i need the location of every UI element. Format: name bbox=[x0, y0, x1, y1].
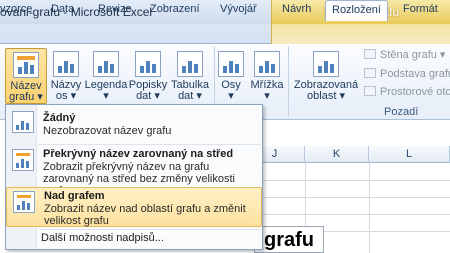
data-labels-label-2: dat ▾ bbox=[136, 90, 160, 102]
axis-titles-icon bbox=[53, 51, 79, 77]
tab-vzorce[interactable]: vzorce bbox=[0, 3, 32, 15]
column-header-l[interactable]: L bbox=[369, 146, 450, 163]
menu-separator bbox=[39, 144, 261, 145]
axes-button[interactable]: Osy ▾ bbox=[217, 51, 245, 102]
gridlines-label-2: ▾ bbox=[264, 90, 270, 102]
axis-titles-button[interactable]: Názvy os ▾ bbox=[48, 51, 84, 102]
plot-area-label-2: oblast ▾ bbox=[307, 90, 345, 102]
grid-line bbox=[369, 163, 370, 253]
tab-navrh[interactable]: Návrh bbox=[282, 3, 311, 15]
data-table-button[interactable]: Tabulka dat ▾ bbox=[168, 51, 212, 102]
data-table-icon bbox=[177, 51, 203, 77]
menu-item-title: Nad grafem bbox=[44, 190, 105, 202]
chart-floor-label: Podstava grafu ▾ bbox=[380, 68, 450, 80]
legend-icon bbox=[93, 51, 119, 77]
menu-item-title: Překrývný název zarovnaný na střed bbox=[43, 148, 234, 160]
chart-floor-button[interactable]: Podstava grafu ▾ bbox=[364, 67, 450, 80]
tab-zobrazeni[interactable]: Zobrazení bbox=[150, 3, 200, 15]
data-labels-icon bbox=[135, 51, 161, 77]
context-tab-band bbox=[271, 24, 450, 44]
axes-label-2: ▾ bbox=[228, 90, 234, 102]
group-label-background: Pozadí bbox=[384, 106, 419, 118]
plot-area-button[interactable]: Zobrazovaná oblast ▾ bbox=[292, 51, 360, 102]
menu-item-description: Nezobrazovat název grafu bbox=[43, 125, 172, 137]
data-labels-button[interactable]: Popisky dat ▾ bbox=[126, 51, 170, 102]
tab-revize[interactable]: Revize bbox=[98, 3, 132, 15]
menu-item-description: Zobrazit název nad oblastí grafu a změni… bbox=[44, 203, 246, 227]
tab-data[interactable]: Data bbox=[51, 3, 74, 15]
grid-line bbox=[262, 180, 450, 181]
menu-item-title: Žádný bbox=[43, 112, 76, 124]
legend-label-2: ▾ bbox=[103, 90, 109, 102]
grid-line bbox=[262, 197, 450, 198]
gridlines-icon bbox=[254, 51, 280, 77]
tab-rozlozeni[interactable]: Rozložení bbox=[325, 0, 388, 21]
above-chart-title-icon bbox=[13, 191, 35, 213]
data-table-label-2: dat ▾ bbox=[178, 90, 202, 102]
menu-item-overlay-centered[interactable]: Překrývný název zarovnaný na střed Zobra… bbox=[6, 146, 262, 197]
chart-title-label-2: grafu ▾ bbox=[9, 91, 43, 103]
axes-icon bbox=[218, 51, 244, 77]
tab-format[interactable]: Formát bbox=[403, 3, 438, 15]
menu-item-above-chart[interactable]: Nad grafem Zobrazit název nad oblastí gr… bbox=[6, 187, 262, 227]
chart-wall-icon bbox=[364, 49, 376, 59]
3d-rotation-label: Prostorové otoč bbox=[380, 86, 450, 98]
chart-floor-icon bbox=[364, 68, 376, 78]
legend-button[interactable]: Legenda ▾ bbox=[84, 51, 128, 102]
chart-wall-button[interactable]: Stěna grafu ▾ bbox=[364, 48, 445, 61]
chart-title-text: grafu bbox=[264, 229, 314, 251]
chart-title-menu: Žádný Nezobrazovat název grafu Překrývný… bbox=[5, 104, 263, 250]
chart-wall-label: Stěna grafu ▾ bbox=[380, 49, 446, 61]
gridlines-button[interactable]: Mřížka ▾ bbox=[248, 51, 286, 102]
chart-title-icon bbox=[13, 52, 39, 78]
more-title-options-link[interactable]: Další možnosti nadpisů... bbox=[41, 232, 164, 244]
no-title-icon bbox=[12, 111, 34, 133]
menu-separator bbox=[39, 229, 261, 230]
menu-item-none[interactable]: Žádný Nezobrazovat název grafu bbox=[6, 108, 262, 142]
3d-rotation-icon bbox=[364, 86, 376, 96]
3d-rotation-button[interactable]: Prostorové otoč bbox=[364, 86, 450, 98]
plot-area-icon bbox=[313, 51, 339, 77]
overlay-title-icon bbox=[12, 149, 34, 171]
chart-title-button[interactable]: Název grafu ▾ bbox=[5, 48, 47, 104]
tab-vyvojar[interactable]: Vývojář bbox=[220, 3, 257, 15]
column-header-k[interactable]: K bbox=[305, 146, 369, 163]
group-separator bbox=[288, 46, 289, 116]
axis-titles-label-2: os ▾ bbox=[55, 90, 77, 102]
grid-line bbox=[262, 214, 450, 215]
